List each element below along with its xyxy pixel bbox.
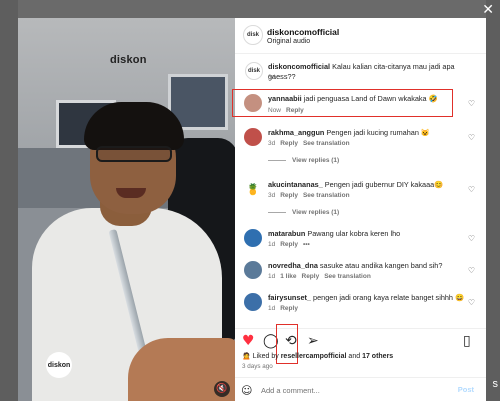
video-watermark: diskon: [110, 54, 147, 66]
comment-username[interactable]: matarabun: [268, 229, 305, 238]
comment-input[interactable]: [261, 383, 451, 397]
caption-text: diskoncomofficial Kalau kalian cita-cita…: [268, 62, 455, 81]
comment-text: akucintananas_ Pengen jadi gubernur DIY …: [268, 180, 444, 189]
post-username[interactable]: diskoncomofficial: [267, 27, 339, 37]
view-replies-button[interactable]: View replies (1): [268, 209, 339, 216]
see-translation-button[interactable]: See translation: [324, 273, 371, 280]
video-logo-badge: diskon: [46, 352, 72, 378]
comment-meta: 1d Reply •••: [268, 241, 310, 248]
reply-button[interactable]: Reply: [280, 140, 298, 147]
background-feed-right: s: [486, 0, 500, 401]
comment-like-icon[interactable]: ♡: [468, 99, 475, 108]
post-header: disk diskoncomofficial Original audio: [235, 18, 486, 54]
reply-button[interactable]: Reply: [280, 192, 298, 199]
comment-username[interactable]: novredha_dna: [268, 261, 318, 270]
share-icon[interactable]: ➢: [307, 334, 319, 348]
comment-meta: 3d Reply See translation: [268, 192, 350, 199]
post-video[interactable]: diskon diskon 🔇: [18, 18, 235, 401]
liker-avatar-icon: 🙍: [242, 353, 251, 360]
avatar[interactable]: [244, 128, 262, 146]
comment-likes-count[interactable]: 1 like: [280, 273, 296, 280]
comment-text: novredha_dna sasuke atau andika kangen b…: [268, 261, 443, 270]
mute-icon[interactable]: 🔇: [214, 381, 230, 397]
reply-button[interactable]: Reply: [302, 273, 320, 280]
video-person-glasses: [96, 146, 172, 162]
reply-button[interactable]: Reply: [280, 305, 298, 312]
comment-like-icon[interactable]: ♡: [468, 185, 475, 194]
comment-meta: 3d Reply See translation: [268, 140, 350, 147]
more-options-icon[interactable]: •••: [303, 241, 310, 248]
comment-meta: 1d 1 like Reply See translation: [268, 273, 371, 280]
pineapple-icon[interactable]: 🍍: [244, 180, 262, 198]
avatar[interactable]: [244, 261, 262, 279]
comment-like-icon[interactable]: ♡: [468, 234, 475, 243]
post-timestamp: 3 days ago: [242, 363, 273, 370]
background-text-fragment: s: [492, 378, 499, 390]
bookmark-icon[interactable]: ▯: [463, 334, 471, 348]
comment-text: yannaabii jadi penguasa Land of Dawn wka…: [268, 94, 438, 103]
comment-text: matarabun Pawang ular kobra keren lho: [268, 229, 401, 238]
caption-username[interactable]: diskoncomofficial: [268, 62, 330, 71]
post-action-bar: ♥ ◯ ⟲ ➢ ▯: [235, 328, 486, 352]
avatar[interactable]: disk: [245, 62, 263, 80]
avatar[interactable]: [244, 94, 262, 112]
audio-label[interactable]: Original audio: [267, 38, 310, 45]
emoji-icon[interactable]: ☺: [241, 384, 252, 397]
comment-like-icon[interactable]: ♡: [468, 266, 475, 275]
comment-meta: 1d Reply: [268, 305, 298, 312]
comment-text: rakhma_anggun Pengen jadi kucing rumahan…: [268, 128, 431, 137]
comment-username[interactable]: fairysunset_: [268, 293, 311, 302]
comment-like-icon[interactable]: ♡: [468, 133, 475, 142]
avatar[interactable]: disk: [243, 25, 263, 45]
likes-summary: 🙍 Liked by resellercampofficial and 17 o…: [242, 353, 394, 360]
comment-username[interactable]: rakhma_anggun: [268, 128, 324, 137]
heart-filled-icon[interactable]: ♥: [242, 334, 255, 348]
avatar[interactable]: [244, 229, 262, 247]
add-comment-bar: ☺ Post: [235, 377, 486, 401]
comment-username[interactable]: yannaabii: [268, 94, 302, 103]
comment-like-icon[interactable]: ♡: [468, 298, 475, 307]
see-translation-button[interactable]: See translation: [303, 140, 350, 147]
reply-button[interactable]: Reply: [280, 241, 298, 248]
video-person-hair: [84, 102, 184, 150]
avatar[interactable]: [244, 293, 262, 311]
close-icon[interactable]: ✕: [482, 2, 494, 18]
post-comment-button[interactable]: Post: [458, 385, 474, 394]
view-replies-button[interactable]: View replies (1): [268, 157, 339, 164]
comment-meta: Now Reply: [268, 107, 304, 114]
see-translation-button[interactable]: See translation: [303, 192, 350, 199]
comment-username[interactable]: akucintananas_: [268, 180, 323, 189]
post-details-panel: disk diskoncomofficial Original audio di…: [232, 18, 486, 401]
caption-time: 3d: [268, 74, 276, 81]
comment-text: fairysunset_ pengen jadi orang kaya rela…: [268, 293, 465, 302]
background-feed-left: [0, 0, 18, 401]
liker-username[interactable]: resellercampofficial: [281, 353, 347, 360]
reply-button[interactable]: Reply: [286, 107, 304, 114]
likes-others-link[interactable]: 17 others: [362, 353, 393, 360]
